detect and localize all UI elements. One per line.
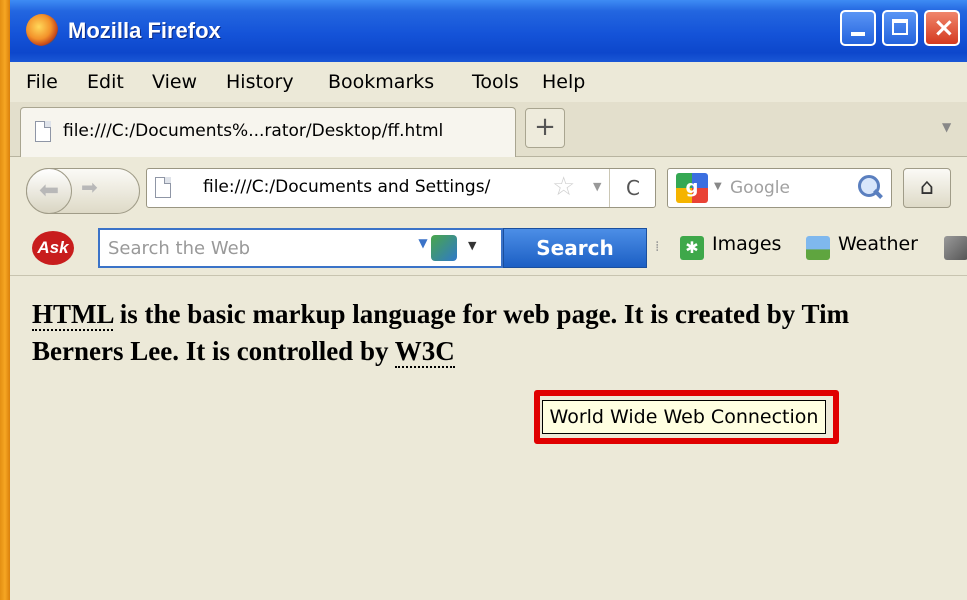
window-frame-left bbox=[0, 0, 10, 600]
google-icon[interactable]: g bbox=[676, 173, 708, 203]
page-icon bbox=[35, 121, 51, 142]
tab-title: file:///C:/Documents%...rator/Desktop/ff… bbox=[63, 121, 444, 141]
more-tools-icon[interactable] bbox=[944, 236, 967, 260]
window-title: Mozilla Firefox bbox=[68, 18, 221, 43]
minimize-icon bbox=[851, 32, 865, 36]
minimize-button[interactable] bbox=[840, 10, 876, 46]
weather-link[interactable]: Weather bbox=[838, 233, 918, 255]
abbr-html[interactable]: HTML bbox=[32, 299, 114, 331]
menu-bar: File Edit View History Bookmarks Tools H… bbox=[10, 62, 967, 102]
toolbar-grip-icon[interactable]: ⁞ bbox=[655, 239, 659, 255]
firefox-icon bbox=[26, 14, 58, 46]
menu-edit[interactable]: Edit bbox=[87, 71, 124, 93]
close-icon: × bbox=[933, 13, 955, 43]
title-bar[interactable]: Mozilla Firefox × bbox=[10, 0, 967, 62]
navigation-toolbar: ⬅ ➡ file:///C:/Documents and Settings/ ☆… bbox=[10, 157, 967, 223]
maximize-icon bbox=[892, 19, 908, 35]
back-forward-group: ⬅ ➡ bbox=[26, 168, 140, 214]
home-icon: ⌂ bbox=[920, 175, 934, 200]
reload-button[interactable]: C bbox=[609, 169, 656, 207]
menu-file[interactable]: File bbox=[26, 71, 58, 93]
maximize-button[interactable] bbox=[882, 10, 918, 46]
ask-toolbar: Ask Search the Web ▼ ▼ Search ⁞ ✱ Images… bbox=[10, 223, 967, 276]
close-button[interactable]: × bbox=[924, 10, 960, 46]
ask-search-input[interactable]: Search the Web bbox=[108, 238, 250, 259]
globe-icon[interactable] bbox=[431, 235, 457, 261]
ask-search-button[interactable]: Search bbox=[503, 228, 647, 268]
ask-engine-dropdown-icon[interactable]: ▼ bbox=[468, 239, 476, 252]
site-identity-icon[interactable] bbox=[155, 177, 171, 198]
history-dropmarker-icon[interactable]: ▼ bbox=[593, 180, 601, 193]
ask-search-field[interactable]: Search the Web ▼ ▼ bbox=[98, 228, 503, 268]
back-button[interactable]: ⬅ bbox=[26, 168, 72, 214]
magnifier-icon[interactable] bbox=[858, 175, 880, 197]
star-icon[interactable]: ☆ bbox=[552, 172, 575, 202]
page-paragraph: HTML is the basic markup language for we… bbox=[32, 296, 942, 370]
engine-dropdown-icon[interactable]: ▼ bbox=[714, 181, 722, 192]
ask-logo[interactable]: Ask bbox=[32, 231, 74, 265]
weather-icon bbox=[806, 236, 830, 260]
menu-help[interactable]: Help bbox=[542, 71, 585, 93]
search-bar[interactable]: g ▼ Google bbox=[667, 168, 892, 208]
address-bar[interactable]: file:///C:/Documents and Settings/ ☆ ▼ C bbox=[146, 168, 656, 208]
abbr-tooltip: World Wide Web Connection bbox=[542, 400, 826, 434]
home-button[interactable]: ⌂ bbox=[903, 168, 951, 208]
tab-list-icon[interactable]: ▼ bbox=[942, 120, 951, 134]
forward-button[interactable]: ➡ bbox=[81, 175, 98, 199]
firefox-window: Mozilla Firefox × File Edit View History… bbox=[10, 0, 967, 600]
menu-bookmarks[interactable]: Bookmarks bbox=[328, 71, 434, 93]
tab-ff-html[interactable]: file:///C:/Documents%...rator/Desktop/ff… bbox=[20, 107, 516, 157]
menu-view[interactable]: View bbox=[152, 71, 197, 93]
page-content: HTML is the basic markup language for we… bbox=[10, 276, 967, 600]
menu-tools[interactable]: Tools bbox=[472, 71, 519, 93]
menu-history[interactable]: History bbox=[226, 71, 294, 93]
ask-dropdown-icon[interactable]: ▼ bbox=[415, 236, 431, 256]
images-icon: ✱ bbox=[680, 236, 704, 260]
address-input[interactable]: file:///C:/Documents and Settings/ bbox=[203, 177, 490, 197]
new-tab-button[interactable]: + bbox=[525, 108, 565, 148]
tab-strip: file:///C:/Documents%...rator/Desktop/ff… bbox=[10, 102, 967, 157]
abbr-w3c[interactable]: W3C bbox=[394, 336, 455, 368]
search-input[interactable]: Google bbox=[730, 178, 790, 198]
images-link[interactable]: Images bbox=[712, 233, 781, 255]
